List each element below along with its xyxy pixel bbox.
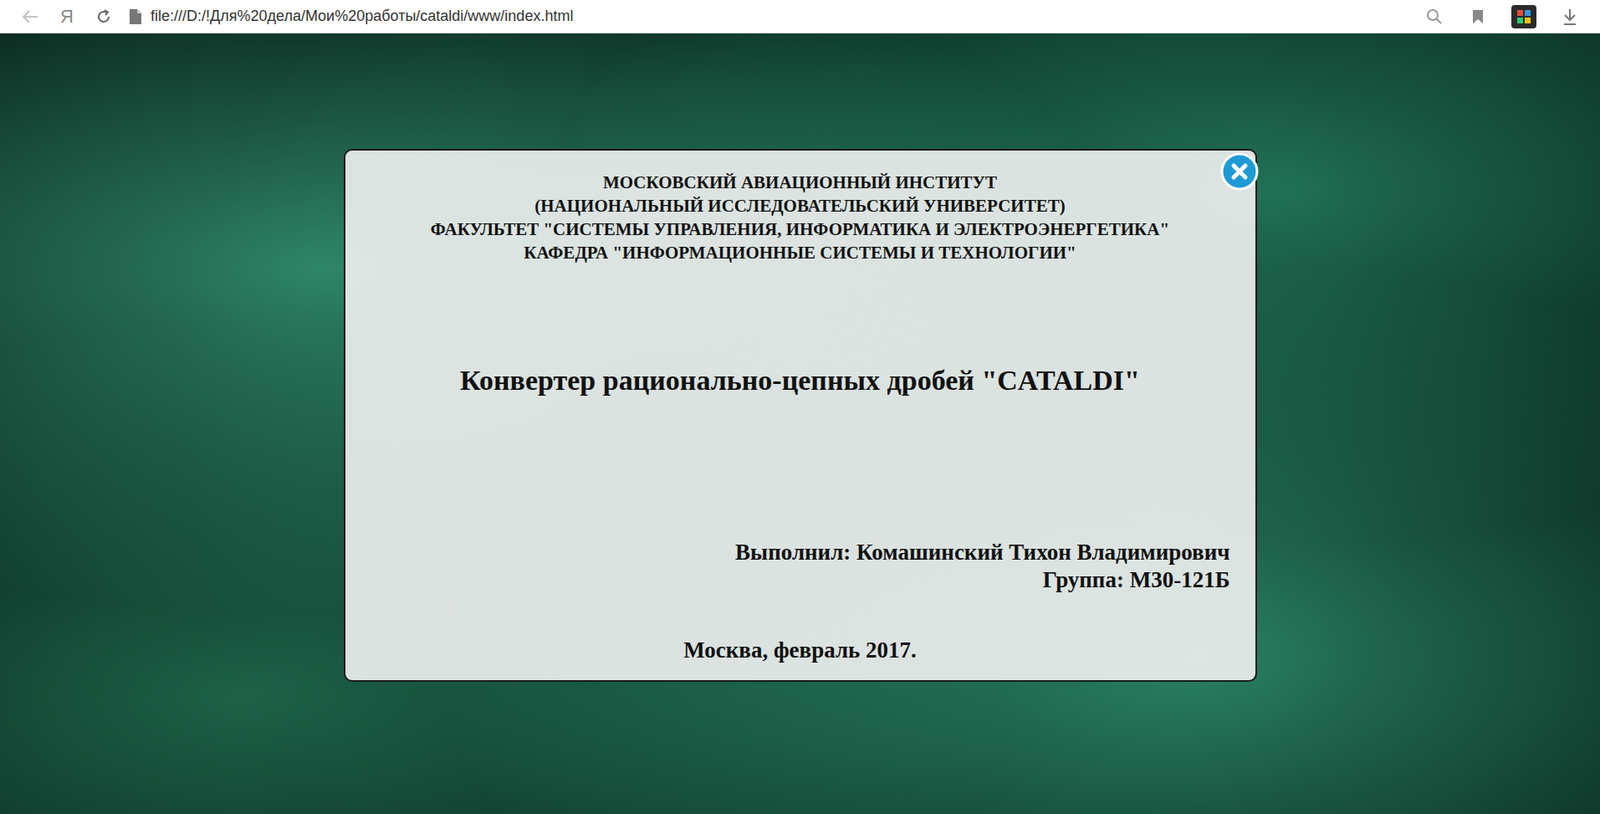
back-icon[interactable] [11,3,49,31]
project-title: Конвертер рационально-цепных дробей "CAT… [357,364,1244,397]
city-date: Москва, февраль 2017. [357,637,1244,664]
bookmark-icon[interactable] [1459,3,1497,31]
header-line: МОСКОВСКИЙ АВИАЦИОННЫЙ ИНСТИТУТ [357,170,1244,195]
close-icon[interactable] [1220,152,1259,191]
author-block: Выполнил: Комашинский Тихон Владимирович… [357,538,1244,594]
file-icon [128,8,143,26]
author-line: Группа: М30-121Б [357,566,1231,594]
extension-icon[interactable] [1511,5,1537,29]
address-text[interactable]: file:///D:/!Для%20дела/Мои%20работы/cata… [150,7,573,26]
address-bar[interactable]: file:///D:/!Для%20дела/Мои%20работы/cata… [122,3,1416,31]
university-header: МОСКОВСКИЙ АВИАЦИОННЫЙ ИНСТИТУТ(НАЦИОНАЛ… [357,170,1244,265]
yandex-button[interactable]: Я [48,3,86,31]
download-icon[interactable] [1551,3,1589,31]
zoom-icon[interactable] [1415,3,1453,31]
browser-toolbar: Я file:///D:/!Для%20дела/Мои%20работы/ca… [0,0,1600,34]
background-image: МОСКОВСКИЙ АВИАЦИОННЫЙ ИНСТИТУТ(НАЦИОНАЛ… [0,33,1600,814]
author-line: Выполнил: Комашинский Тихон Владимирович [357,538,1231,567]
reload-icon[interactable] [85,3,123,31]
header-line: (НАЦИОНАЛЬНЫЙ ИССЛЕДОВАТЕЛЬСКИЙ УНИВЕРСИ… [357,194,1244,218]
header-line: КАФЕДРА "ИНФОРМАЦИОННЫЕ СИСТЕМЫ И ТЕХНОЛ… [357,240,1244,265]
title-dialog: МОСКОВСКИЙ АВИАЦИОННЫЙ ИНСТИТУТ(НАЦИОНАЛ… [343,148,1258,682]
header-line: ФАКУЛЬТЕТ "СИСТЕМЫ УПРАВЛЕНИЯ, ИНФОРМАТИ… [357,217,1244,241]
